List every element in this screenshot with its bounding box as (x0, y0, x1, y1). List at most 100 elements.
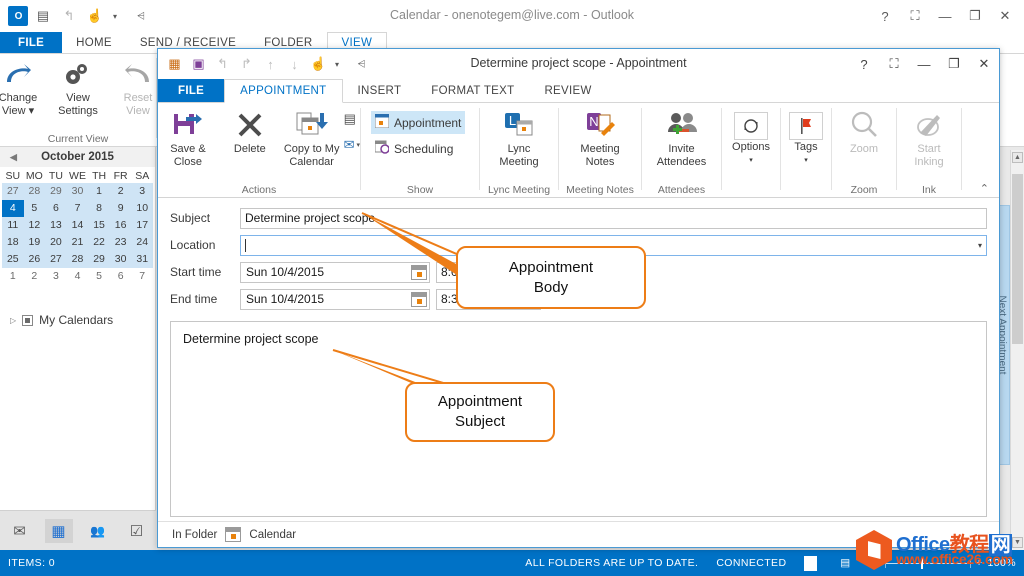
mini-calendar-day[interactable]: 5 (88, 268, 110, 285)
meeting-notes-button[interactable]: N Meeting Notes (569, 107, 631, 169)
mini-calendar-day[interactable]: 7 (66, 200, 89, 217)
help-button[interactable]: ? (849, 50, 879, 78)
tags-button[interactable]: Tags ▾ (783, 111, 829, 167)
tags-dropdown-icon[interactable]: ▾ (804, 154, 808, 167)
mini-calendar-day[interactable]: 13 (45, 217, 67, 234)
calendar-checkbox-icon[interactable] (22, 314, 34, 326)
mini-calendar-day[interactable]: 26 (23, 251, 46, 268)
mini-calendar-day[interactable]: 28 (66, 251, 89, 268)
mini-calendar-grid[interactable]: 27 28 29 30 1 2 3 4 5 6 7 8 9 10 11 12 13 14 15 16 17 18 19 20 2… (0, 183, 155, 285)
show-scheduling-button[interactable]: Scheduling (371, 137, 457, 160)
mini-calendar-day[interactable]: 11 (2, 217, 24, 234)
options-button[interactable]: Options ▾ (722, 111, 780, 167)
mini-calendar-day[interactable]: 3 (131, 183, 153, 200)
ribbon-display-options-button[interactable]: ⛶ (900, 1, 930, 31)
lync-meeting-button[interactable]: L Lync Meeting (488, 107, 550, 169)
mini-calendar-day[interactable]: 1 (88, 183, 110, 200)
save-and-close-button[interactable]: Save & Close (158, 107, 218, 169)
forward-as-icon[interactable]: ▤ (344, 111, 360, 127)
view-settings-button[interactable]: View Settings (50, 58, 106, 118)
mini-calendar-day[interactable]: 27 (2, 183, 24, 200)
close-button[interactable]: ✕ (990, 1, 1020, 31)
folder-item-my-calendars[interactable]: ▷ My Calendars (0, 313, 155, 327)
mini-calendar-day[interactable]: 16 (109, 217, 132, 234)
scroll-up-icon[interactable]: ▲ (1012, 152, 1023, 163)
restore-button[interactable]: ❐ (960, 1, 990, 31)
mini-calendar-day[interactable]: 12 (23, 217, 46, 234)
nav-calendar-icon[interactable]: ▦ (44, 518, 73, 543)
mini-calendar-day[interactable]: 20 (45, 234, 67, 251)
mini-calendar-day[interactable]: 10 (131, 200, 153, 217)
mini-calendar-day[interactable]: 30 (109, 251, 132, 268)
mini-calendar-day[interactable]: 22 (88, 234, 110, 251)
calendar-scrollbar[interactable]: ▲ ▼ (1010, 150, 1024, 550)
minimize-button[interactable]: — (909, 50, 939, 78)
mini-calendar-day[interactable]: 2 (109, 183, 132, 200)
tab-format-text[interactable]: FORMAT TEXT (416, 79, 529, 102)
tab-appointment[interactable]: APPOINTMENT (224, 79, 343, 103)
tab-file[interactable]: FILE (0, 32, 63, 53)
touch-mode-icon[interactable]: ☝ (84, 5, 106, 27)
forward-icon[interactable]: ✉ (344, 137, 355, 153)
ribbon-group-label-zoom: Zoom (850, 184, 878, 196)
expander-icon[interactable]: ▷ (10, 316, 16, 325)
mini-calendar-day[interactable]: 25 (2, 251, 24, 268)
scrollbar-thumb[interactable] (1012, 174, 1023, 344)
nav-tasks-icon[interactable]: ☑ (123, 519, 151, 543)
show-appointment-button[interactable]: Appointment (371, 111, 466, 134)
delete-button[interactable]: Delete (220, 107, 280, 169)
tab-home[interactable]: HOME (62, 32, 126, 53)
restore-button[interactable]: ❐ (939, 50, 969, 78)
mini-calendar-day[interactable]: 17 (131, 217, 153, 234)
mini-calendar-day[interactable]: 31 (131, 251, 153, 268)
minimize-button[interactable]: — (930, 1, 960, 31)
mini-calendar-day[interactable]: 6 (110, 268, 132, 285)
new-appointment-icon[interactable]: ▤ (32, 5, 54, 27)
undo-icon[interactable]: ↰ (58, 5, 80, 27)
tags-flag-icon (789, 111, 823, 141)
normal-view-icon[interactable] (804, 555, 818, 571)
mini-calendar-day[interactable]: 2 (24, 268, 46, 285)
customize-quick-access-icon[interactable]: ⩤ (130, 5, 152, 27)
invite-attendees-button[interactable]: Invite Attendees (651, 107, 713, 169)
end-time-label: End time (170, 292, 218, 306)
mini-calendar-day[interactable]: 4 (67, 268, 89, 285)
mini-calendar-day[interactable]: 30 (66, 183, 89, 200)
mini-calendar-day[interactable]: 27 (45, 251, 67, 268)
mini-calendar-day[interactable]: 28 (23, 183, 46, 200)
copy-to-my-calendar-button[interactable]: Copy to My Calendar (282, 107, 342, 169)
mini-calendar-day[interactable]: 29 (88, 251, 110, 268)
mini-calendar-day[interactable]: 6 (45, 200, 67, 217)
mini-calendar-day[interactable]: 15 (88, 217, 110, 234)
mini-calendar-day[interactable]: 7 (131, 268, 153, 285)
svg-text:L: L (509, 113, 516, 128)
mini-calendar-day[interactable]: 29 (45, 183, 67, 200)
mini-calendar-day[interactable]: 8 (88, 200, 110, 217)
mini-calendar-day[interactable]: 3 (45, 268, 67, 285)
change-view-button[interactable]: Change View ▾ (0, 58, 46, 118)
mini-calendar-day[interactable]: 1 (2, 268, 24, 285)
tab-review[interactable]: REVIEW (529, 79, 606, 102)
options-dropdown-icon[interactable]: ▾ (749, 154, 753, 167)
location-dropdown-icon[interactable]: ▾ (978, 241, 982, 250)
nav-people-icon[interactable]: 👥 (84, 519, 112, 543)
collapse-ribbon-icon[interactable]: ⌃ (980, 182, 989, 195)
touch-mode-dropdown-icon[interactable]: ▾ (110, 5, 120, 27)
mini-calendar-day[interactable]: 24 (131, 234, 153, 251)
appointment-ribbon-tabs: FILE APPOINTMENT INSERT FORMAT TEXT REVI… (158, 79, 999, 103)
help-button[interactable]: ? (870, 1, 900, 31)
mini-calendar-prev-icon[interactable]: ◀ (10, 152, 17, 163)
nav-mail-icon[interactable]: ✉ (6, 519, 34, 543)
mini-calendar-day[interactable]: 23 (109, 234, 132, 251)
close-button[interactable]: ✕ (969, 50, 999, 78)
mini-calendar-day[interactable]: 19 (23, 234, 46, 251)
mini-calendar-day[interactable]: 5 (23, 200, 46, 217)
mini-calendar-day[interactable]: 18 (2, 234, 24, 251)
mini-calendar-day[interactable]: 4 (2, 200, 24, 217)
tab-insert[interactable]: INSERT (343, 79, 417, 102)
tab-file[interactable]: FILE (158, 79, 225, 102)
mini-calendar-day[interactable]: 21 (66, 234, 89, 251)
mini-calendar-day[interactable]: 14 (66, 217, 89, 234)
mini-calendar-day[interactable]: 9 (109, 200, 132, 217)
ribbon-display-options-button[interactable]: ⛶ (879, 50, 909, 78)
